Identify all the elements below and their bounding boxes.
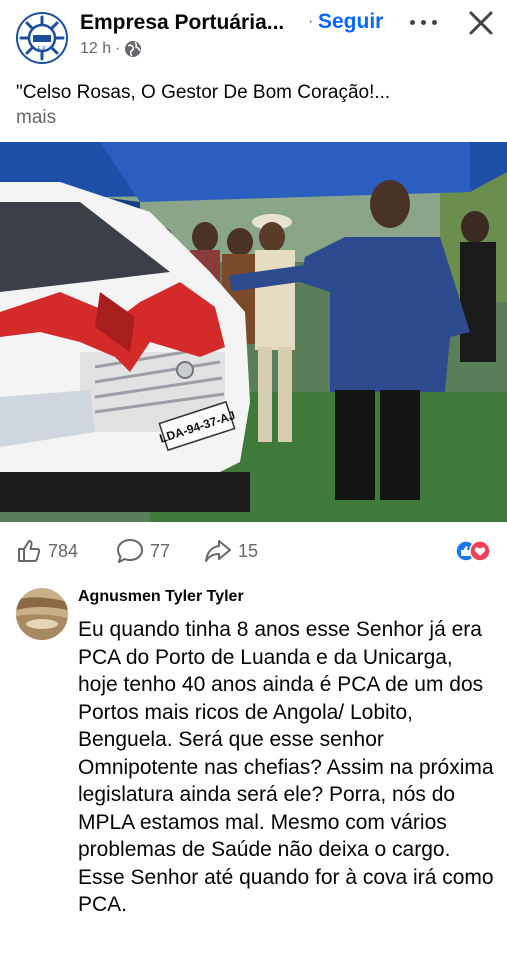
comment-text: Eu quando tinha 8 anos esse Senhor já er… [78, 618, 494, 916]
love-reaction-icon [469, 540, 491, 562]
post-photo[interactable]: LDA-94-37-AJ [0, 142, 507, 522]
avatar-image [16, 588, 68, 640]
thumbs-up-icon [18, 540, 41, 562]
comment-button[interactable]: 77 [116, 538, 170, 564]
post-caption: "Celso Rosas, O Gestor De Bom Coração!..… [16, 80, 496, 130]
page-avatar[interactable]: E.P. [16, 12, 68, 64]
share-arrow-icon [205, 540, 231, 562]
globe-icon [125, 41, 142, 57]
commenter-name[interactable]: Agnusmen Tyler Tyler [78, 588, 244, 606]
shares-count: 15 [238, 540, 259, 561]
likes-count: 784 [48, 540, 79, 561]
see-more-link[interactable]: mais [16, 105, 496, 130]
page-name-link[interactable]: Empresa Portuária... [80, 11, 284, 35]
meta-separator: · [115, 40, 121, 57]
like-button[interactable]: 784 [16, 538, 78, 564]
commenter-avatar[interactable] [16, 588, 68, 640]
logo-text: E.P. [38, 46, 47, 52]
photo-illustration: LDA-94-37-AJ [0, 142, 507, 522]
close-icon[interactable] [466, 8, 496, 38]
more-options-icon[interactable] [408, 8, 440, 36]
caption-text: "Celso Rosas, O Gestor De Bom Coração!..… [16, 82, 391, 103]
comment-bubble-icon [117, 539, 143, 563]
name-separator: · [308, 13, 314, 30]
post-meta: 12 h · [80, 40, 142, 58]
comments-count: 77 [150, 540, 171, 561]
reactions-bar: 784 77 15 [0, 536, 507, 568]
page-logo-icon: E.P. [19, 15, 65, 61]
follow-button[interactable]: Seguir [318, 10, 383, 34]
post-header: E.P. Empresa Portuária... · Seguir 12 h … [0, 0, 507, 72]
reaction-summary[interactable] [455, 540, 491, 562]
share-button[interactable]: 15 [204, 538, 258, 564]
post-time[interactable]: 12 h [80, 40, 111, 58]
